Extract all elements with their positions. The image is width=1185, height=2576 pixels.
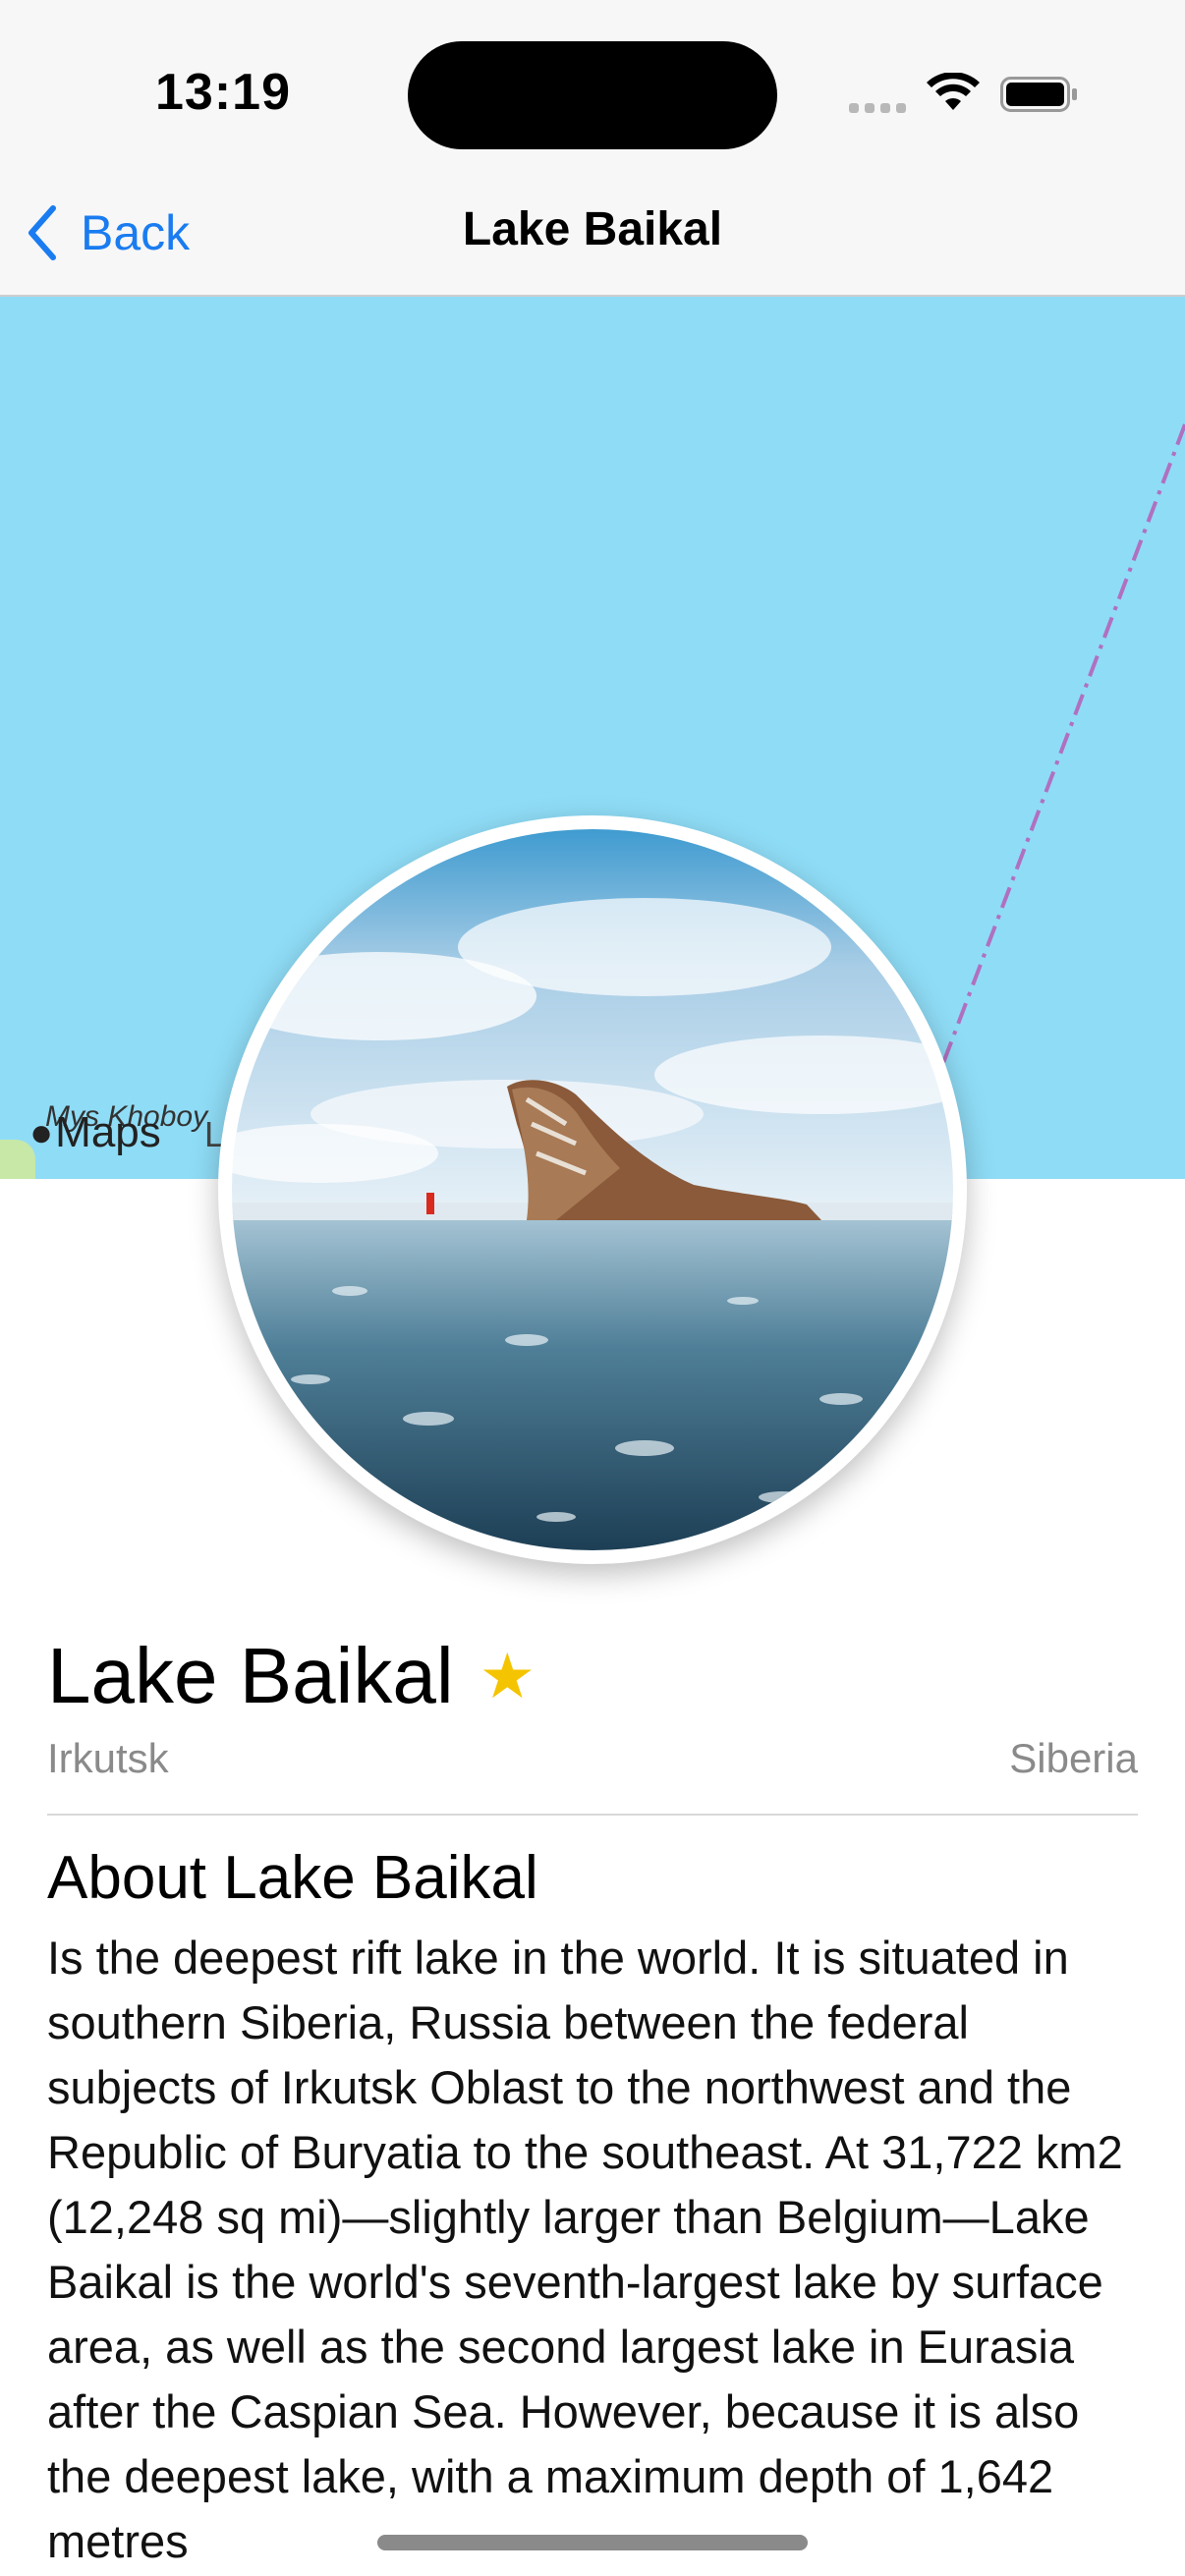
status-time: 13:19 [155, 64, 291, 121]
status-bar: 13:19 [0, 0, 1185, 177]
back-button[interactable]: Back [26, 204, 190, 261]
maps-brand-logo: ● Maps [29, 1108, 161, 1157]
chevron-left-icon [28, 205, 56, 260]
dynamic-island [408, 41, 777, 149]
landmark-photo-frame [218, 815, 967, 1564]
landmark-park: Irkutsk [47, 1735, 169, 1781]
favorite-star-icon[interactable]: ★ [480, 1640, 536, 1713]
landmark-photo-image [232, 829, 953, 1550]
landmark-state: Siberia [1009, 1735, 1138, 1781]
navigation-bar: Back Lake Baikal [0, 177, 1185, 297]
landmark-title-row: Lake Baikal ★ [47, 1631, 536, 1721]
landmark-title: Lake Baikal [47, 1632, 454, 1719]
wifi-icon [927, 73, 980, 110]
back-label: Back [81, 205, 191, 260]
home-indicator[interactable] [377, 2535, 808, 2550]
battery-icon [1000, 77, 1077, 112]
cellular-signal-icon [849, 100, 912, 118]
about-description: Is the deepest rift lake in the world. I… [47, 1932, 1123, 2567]
about-heading: About Lake Baikal [47, 1844, 538, 1912]
landmark-photo [232, 829, 953, 1550]
maps-brand-text: Maps [55, 1108, 161, 1156]
divider [47, 1814, 1138, 1816]
apple-logo-icon: ● [29, 1110, 54, 1154]
